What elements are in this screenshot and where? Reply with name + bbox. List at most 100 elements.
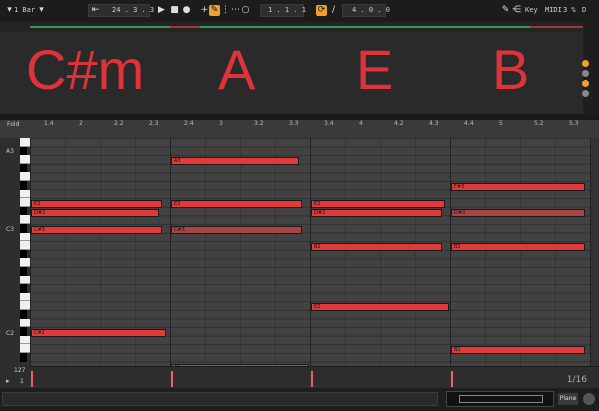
velocity-stem[interactable] (171, 371, 173, 387)
ruler-tick: 4 (359, 120, 363, 127)
clip-region[interactable] (30, 26, 170, 28)
ruler-tick: 5.3 (569, 120, 579, 127)
bottom-bar: Plane (0, 388, 599, 411)
midi-note[interactable]: E3 (171, 200, 302, 209)
midi-button[interactable]: MIDI (545, 4, 562, 17)
ruler-tick: 3.4 (324, 120, 334, 127)
white-key[interactable] (20, 155, 30, 164)
timeline-ruler[interactable]: 1.4 2 2.2 2.3 2.4 3 3.2 3.3 3.4 4 4.2 4.3 4.4 5 5.2 5.3 (30, 120, 599, 138)
horizontal-scrollbar[interactable] (2, 392, 438, 406)
loop-start[interactable]: 1 . 1 . 1 (268, 4, 306, 17)
settings-icon[interactable] (583, 393, 595, 405)
song-position[interactable]: 24 . 3 . 3 (112, 4, 154, 17)
white-key[interactable] (20, 172, 30, 181)
overview-window[interactable] (459, 395, 543, 403)
plane-button[interactable]: Plane (558, 393, 578, 405)
curve-icon[interactable]: ∕ (328, 5, 339, 16)
white-key[interactable] (20, 335, 30, 345)
velocity-min: 1 (20, 378, 24, 385)
midi-note[interactable]: E3 (31, 200, 162, 209)
cpu-meter: 3 % (563, 6, 576, 14)
note-grid[interactable]: D#3A3D#3F#3E3E3E3D#3C#3C#3B2B2E2C#2B1A1 (30, 138, 591, 366)
midi-note[interactable]: B2 (311, 243, 442, 252)
white-key[interactable] (20, 241, 30, 250)
ruler-tick: 2 (79, 120, 83, 127)
toggle-dot[interactable] (582, 90, 589, 97)
overview-minimap[interactable] (446, 391, 554, 407)
record-icon[interactable]: ● (181, 5, 192, 16)
white-key[interactable] (20, 344, 30, 353)
loop-icon[interactable]: ○ (240, 5, 251, 16)
draw-mode-icon[interactable]: ✎ (209, 5, 220, 16)
loop-length[interactable]: 4 . 0 . 0 (352, 4, 390, 17)
black-key[interactable] (20, 267, 27, 276)
ruler-tick: 5 (499, 120, 503, 127)
white-key[interactable] (20, 232, 30, 242)
black-key[interactable] (20, 249, 27, 259)
white-key[interactable] (20, 138, 30, 147)
midi-note[interactable]: B1 (451, 346, 585, 355)
octave-label: C2 (6, 330, 15, 337)
play-icon[interactable]: ▸ (6, 377, 10, 385)
quantize-value[interactable]: 1 Bar (14, 4, 35, 17)
fold-button[interactable]: Fold (0, 120, 30, 138)
octave-label: A3 (6, 148, 14, 155)
midi-note[interactable]: B2 (451, 243, 585, 252)
play-icon[interactable]: ▶ (156, 5, 167, 16)
toggle-dot[interactable] (582, 70, 589, 77)
chevron-down-icon[interactable]: ▾ (36, 5, 47, 16)
midi-note[interactable]: A3 (171, 157, 300, 166)
midi-note[interactable]: E2 (311, 303, 449, 312)
follow-icon[interactable]: ⇤ (90, 5, 101, 16)
ruler-tick: 3.2 (254, 120, 264, 127)
white-key[interactable] (20, 318, 30, 328)
ruler-tick: 2.4 (184, 120, 194, 127)
vertical-scrollbar[interactable] (583, 22, 599, 114)
stop-icon[interactable]: ■ (169, 5, 180, 16)
midi-note[interactable]: F#3 (451, 183, 585, 191)
midi-note[interactable]: E3 (311, 200, 445, 209)
black-key[interactable] (20, 327, 27, 336)
velocity-stem[interactable] (311, 371, 313, 387)
chord-label-2: A (218, 38, 256, 101)
clip-region[interactable] (170, 26, 200, 28)
white-key[interactable] (20, 292, 30, 302)
midi-note[interactable]: D#3 (311, 208, 442, 217)
white-key[interactable] (20, 301, 30, 310)
chord-label-1: C#m (26, 38, 145, 101)
midi-note[interactable]: C#2 (31, 329, 167, 338)
midi-note[interactable]: C#3 (171, 226, 302, 234)
octave-label: C3 (6, 226, 15, 233)
clip-region[interactable] (530, 26, 583, 28)
toggle-dot[interactable] (582, 80, 589, 87)
velocity-stem[interactable] (451, 371, 453, 387)
white-key[interactable] (20, 198, 30, 207)
velocity-lane[interactable]: 1/16 (30, 366, 599, 389)
black-key[interactable] (20, 224, 27, 233)
piano-keyboard[interactable] (20, 138, 30, 366)
grid-scrollbar[interactable] (591, 138, 599, 366)
scale-icon[interactable]: ⋲ (511, 5, 522, 16)
velocity-stem[interactable] (31, 371, 33, 387)
black-key[interactable] (20, 146, 27, 156)
pencil-icon[interactable]: ✎ (500, 5, 511, 16)
toggle-dot[interactable] (582, 60, 589, 67)
black-key[interactable] (20, 181, 27, 190)
midi-note[interactable]: D#3 (31, 208, 160, 217)
midi-note[interactable]: C#3 (31, 226, 162, 234)
clip-region[interactable] (200, 26, 530, 28)
white-key[interactable] (20, 215, 30, 224)
midi-note[interactable]: D#3 (451, 208, 585, 217)
d-button[interactable]: D (582, 4, 586, 17)
white-key[interactable] (20, 189, 30, 199)
black-key[interactable] (20, 284, 27, 293)
black-key[interactable] (20, 353, 27, 362)
ruler-tick: 2.2 (114, 120, 124, 127)
loop-toggle-icon[interactable]: ⟳ (316, 5, 327, 16)
key-button[interactable]: Key (525, 4, 538, 17)
white-key[interactable] (20, 258, 30, 267)
black-key[interactable] (20, 206, 27, 216)
white-key[interactable] (20, 275, 30, 285)
black-key[interactable] (20, 310, 27, 319)
black-key[interactable] (20, 163, 27, 173)
